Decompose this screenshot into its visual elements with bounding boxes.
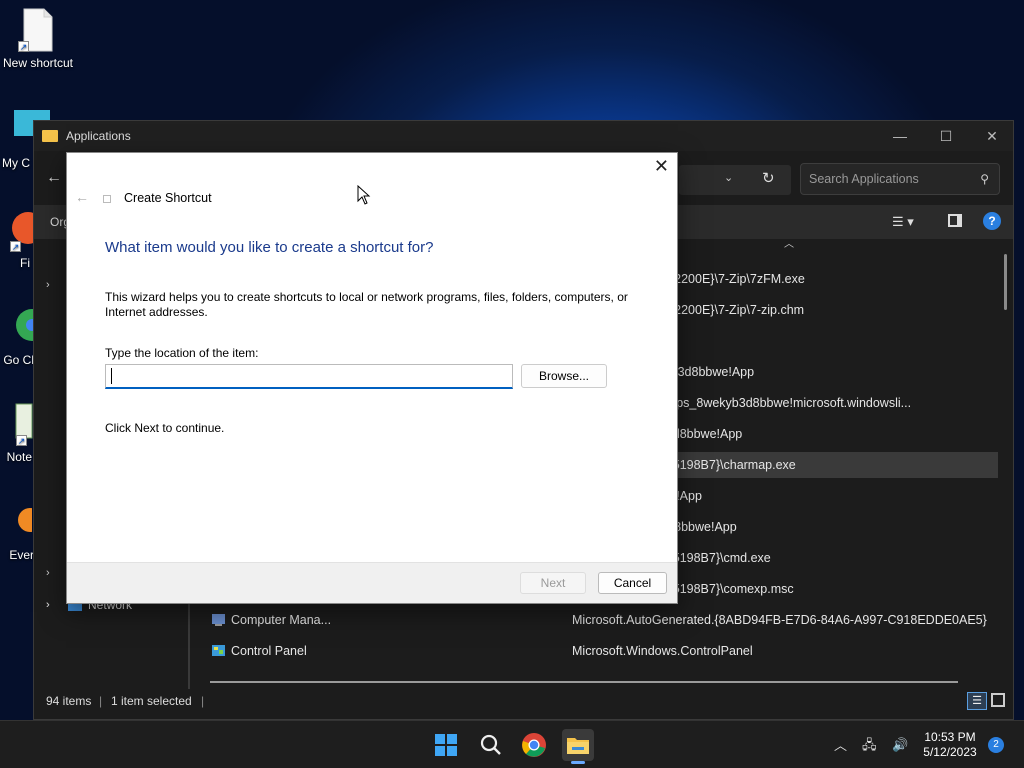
firefox-icon: ↗ bbox=[0, 208, 44, 252]
vertical-scrollbar[interactable] bbox=[1004, 254, 1007, 310]
list-item[interactable]: Control Panel Microsoft.Windows.ControlP… bbox=[194, 638, 998, 664]
search-placeholder: Search Applications bbox=[809, 172, 919, 186]
desktop-icon-label: New shortcut bbox=[2, 56, 74, 70]
shortcut-arrow-icon: ↗ bbox=[10, 241, 21, 252]
refresh-icon[interactable]: ↻ bbox=[762, 169, 775, 187]
clock[interactable]: 10:53 PM 5/12/2023 bbox=[916, 730, 984, 760]
location-label: Type the location of the item: bbox=[105, 346, 259, 360]
item-target: Microsoft.AutoGenerated.{8ABD94FB-E7D6-8… bbox=[572, 613, 987, 627]
search-icon: ⚲ bbox=[980, 172, 989, 186]
close-window-button[interactable]: ✕ bbox=[969, 121, 1015, 151]
text-caret bbox=[111, 368, 112, 384]
item-target: Microsoft.Windows.ControlPanel bbox=[572, 644, 753, 658]
shortcut-arrow-icon: ↗ bbox=[16, 435, 27, 446]
chevron-right-icon[interactable]: › bbox=[46, 279, 50, 291]
cancel-button[interactable]: Cancel bbox=[598, 572, 667, 594]
everything-icon bbox=[0, 500, 42, 544]
view-options-button[interactable]: ☰ ▾ bbox=[892, 214, 914, 230]
next-button[interactable]: Next bbox=[520, 572, 586, 594]
clock-time: 10:53 PM bbox=[924, 730, 976, 744]
create-shortcut-dialog: ✕ ← Create Shortcut What item would you … bbox=[66, 152, 678, 604]
shortcut-arrow-icon: ↗ bbox=[18, 41, 29, 52]
status-divider: | bbox=[201, 694, 205, 708]
file-icon: ↗ bbox=[18, 8, 58, 52]
chevron-right-icon[interactable]: › bbox=[46, 567, 50, 579]
status-divider: | bbox=[99, 694, 103, 708]
taskbar-search-button[interactable] bbox=[474, 729, 506, 761]
show-hidden-icons-chevron-icon[interactable]: ︿ bbox=[834, 735, 847, 754]
dialog-footer: Next Cancel bbox=[67, 562, 677, 603]
back-arrow-icon[interactable]: ← bbox=[46, 169, 62, 187]
explorer-title: Applications bbox=[66, 129, 131, 143]
folder-icon bbox=[42, 130, 58, 142]
chrome-icon bbox=[522, 733, 546, 757]
list-item[interactable]: Computer Mana... Microsoft.AutoGenerated… bbox=[194, 607, 998, 633]
chevron-down-icon[interactable]: ⌄ bbox=[724, 171, 733, 184]
selection-count: 1 item selected bbox=[111, 694, 192, 708]
mouse-cursor-icon bbox=[357, 185, 371, 205]
tiles-view-button[interactable] bbox=[991, 693, 1005, 707]
location-input[interactable] bbox=[105, 364, 513, 389]
dialog-title: Create Shortcut bbox=[124, 191, 212, 205]
chevron-right-icon[interactable]: › bbox=[46, 599, 50, 611]
back-arrow-icon: ← bbox=[75, 189, 89, 205]
dialog-description: This wizard helps you to create shortcut… bbox=[105, 290, 628, 319]
details-view-button[interactable]: ☰ bbox=[967, 692, 987, 710]
taskbar-file-explorer-button[interactable] bbox=[562, 729, 594, 761]
start-button[interactable] bbox=[430, 729, 462, 761]
taskbar: ︿ 🖧 🔊 10:53 PM 5/12/2023 2 bbox=[0, 720, 1024, 768]
maximize-button[interactable]: ☐ bbox=[923, 121, 969, 151]
folder-icon bbox=[567, 738, 589, 754]
preview-pane-button[interactable] bbox=[948, 214, 962, 227]
item-name: Control Panel bbox=[231, 644, 307, 658]
taskbar-chrome-button[interactable] bbox=[518, 729, 550, 761]
shortcut-wizard-icon bbox=[103, 195, 111, 203]
minimize-button[interactable]: — bbox=[877, 121, 923, 151]
sort-caret-icon: ︿ bbox=[784, 239, 794, 250]
dialog-heading: What item would you like to create a sho… bbox=[105, 239, 434, 256]
computer-management-icon bbox=[211, 612, 226, 627]
notification-badge[interactable]: 2 bbox=[988, 737, 1004, 753]
desktop-icon-new-shortcut[interactable]: ↗ New shortcut bbox=[0, 8, 76, 70]
notepad-icon: ↗ bbox=[0, 402, 34, 446]
continue-hint: Click Next to continue. bbox=[105, 421, 225, 435]
help-icon[interactable]: ? bbox=[983, 212, 1001, 230]
item-count: 94 items bbox=[46, 694, 92, 708]
status-bar: 94 items | 1 item selected | ☰ bbox=[34, 681, 1013, 719]
item-name: Computer Mana... bbox=[231, 613, 332, 627]
explorer-titlebar[interactable]: Applications bbox=[34, 121, 1013, 151]
active-app-indicator bbox=[571, 761, 585, 764]
control-panel-icon bbox=[211, 643, 226, 658]
clock-date: 5/12/2023 bbox=[923, 745, 977, 759]
search-icon bbox=[480, 734, 501, 755]
browse-button[interactable]: Browse... bbox=[521, 364, 607, 388]
tray-network-volume-icons[interactable]: 🖧 🔊 bbox=[862, 736, 914, 758]
windows-logo-icon bbox=[435, 734, 457, 756]
search-input[interactable]: Search Applications ⚲ bbox=[800, 163, 1000, 195]
close-icon[interactable]: ✕ bbox=[654, 156, 669, 177]
